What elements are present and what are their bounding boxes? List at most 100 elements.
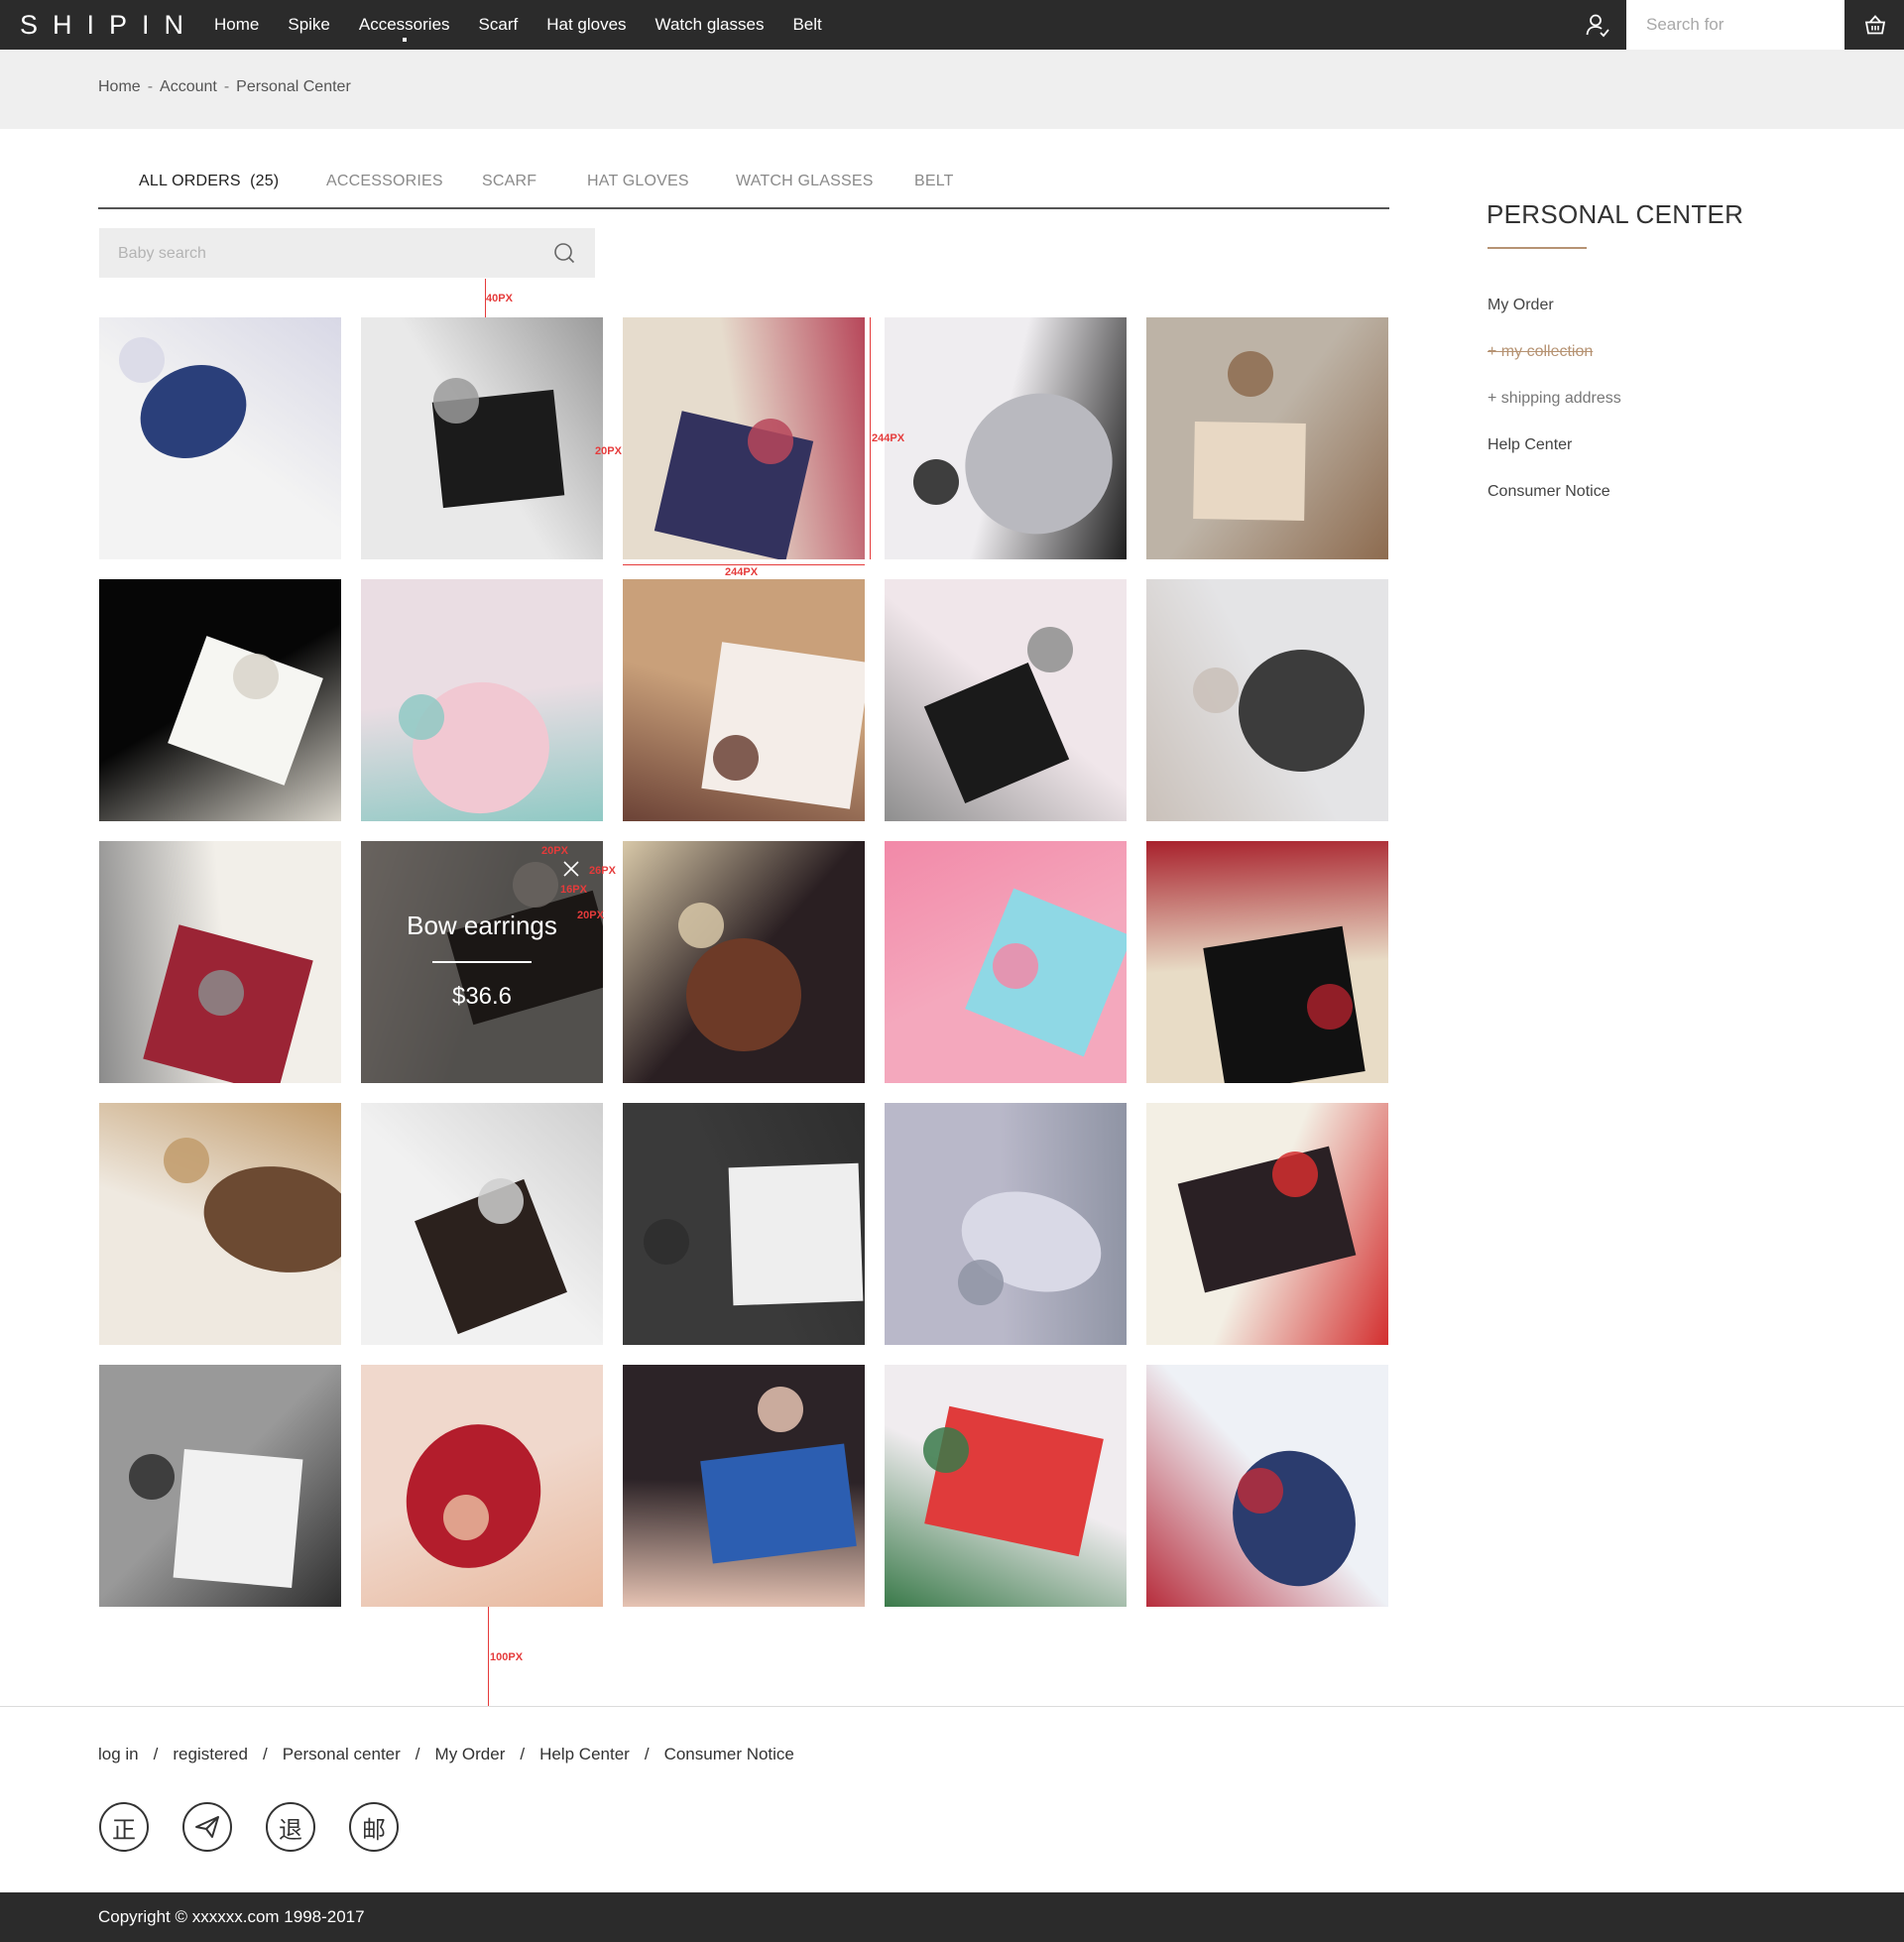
nav-item-belt[interactable]: Belt — [792, 0, 821, 50]
product-tile[interactable] — [99, 1365, 341, 1607]
sidebar-item-consumer-notice[interactable]: Consumer Notice — [1488, 474, 1621, 521]
breadcrumb-separator: - — [147, 78, 154, 95]
sidebar-menu: My Order + my collection + shipping addr… — [1488, 288, 1621, 521]
annotation-close-right: 26PX — [589, 865, 616, 877]
product-tile[interactable] — [885, 317, 1127, 559]
nav-item-hat-gloves[interactable]: Hat gloves — [546, 0, 626, 50]
header-search-input[interactable] — [1626, 0, 1844, 50]
footer-link-help-center[interactable]: Help Center — [539, 1745, 630, 1763]
product-image-shape — [993, 943, 1038, 989]
product-image-shape — [1272, 1152, 1318, 1197]
tab-accessories[interactable]: ACCESSORIES — [326, 164, 443, 207]
nav-item-watch-glasses[interactable]: Watch glasses — [655, 0, 765, 50]
product-tile[interactable] — [99, 841, 341, 1083]
footer-link-registered[interactable]: registered — [173, 1745, 248, 1763]
product-search-input[interactable] — [99, 228, 536, 280]
footer-link-personal-center[interactable]: Personal center — [283, 1745, 401, 1763]
product-image-shape — [678, 903, 724, 948]
return-icon: 退 — [266, 1802, 315, 1852]
product-tile[interactable] — [99, 579, 341, 821]
product-price: $36.6 — [451, 983, 513, 1010]
sidebar-item-my-order[interactable]: My Order — [1488, 288, 1621, 334]
breadcrumb-personal-center[interactable]: Personal Center — [236, 78, 351, 95]
product-name: Bow earrings — [407, 910, 557, 940]
product-tile[interactable] — [623, 1103, 865, 1345]
sidebar-title: PERSONAL CENTER — [1487, 199, 1744, 229]
product-tile[interactable] — [1146, 1365, 1388, 1607]
footer-link-log-in[interactable]: log in — [98, 1745, 139, 1763]
product-tile[interactable] — [361, 1103, 603, 1345]
tab-count: (25) — [250, 173, 280, 189]
product-tile[interactable] — [885, 579, 1127, 821]
product-tile[interactable] — [885, 841, 1127, 1083]
product-tile[interactable] — [99, 317, 341, 559]
cart-button[interactable] — [1844, 0, 1904, 50]
breadcrumb-home[interactable]: Home — [98, 78, 141, 95]
product-tile[interactable] — [361, 1365, 603, 1607]
product-tile[interactable] — [885, 1365, 1127, 1607]
product-tile[interactable] — [623, 841, 865, 1083]
sidebar-item-help-center[interactable]: Help Center — [1488, 427, 1621, 474]
annotation-gap-col: 20PX — [595, 445, 622, 457]
footer-link-consumer-notice[interactable]: Consumer Notice — [664, 1745, 794, 1763]
top-navigation-bar: SHIPIN Home Spike Accessories Scarf Hat … — [0, 0, 1904, 50]
nav-item-spike[interactable]: Spike — [288, 0, 330, 50]
product-tile[interactable]: Bow earrings $36.6 — [361, 841, 603, 1083]
product-image-shape — [1193, 422, 1306, 521]
footer-separator: / — [262, 1745, 268, 1763]
footer-separator: / — [644, 1745, 650, 1763]
footer-link-my-order[interactable]: My Order — [435, 1745, 506, 1763]
product-tile[interactable] — [1146, 317, 1388, 559]
product-image-shape — [748, 419, 793, 464]
nav-item-home[interactable]: Home — [214, 0, 259, 50]
product-image-shape — [758, 1387, 803, 1432]
annotation-tile-width: 244PX — [725, 566, 759, 578]
product-tile[interactable] — [623, 1365, 865, 1607]
breadcrumb-account[interactable]: Account — [160, 78, 217, 95]
sidebar-item-my-collection[interactable]: + my collection — [1488, 334, 1621, 381]
tab-belt[interactable]: BELT — [914, 164, 954, 207]
annotation-close-gap: 20PX — [577, 910, 604, 921]
sidebar-item-shipping-address[interactable]: + shipping address — [1488, 381, 1621, 427]
service-badges: 正 退 邮 — [99, 1802, 432, 1854]
tab-all-orders[interactable]: ALL ORDERS (25) — [139, 164, 279, 207]
product-tile[interactable] — [99, 1103, 341, 1345]
nav-item-scarf[interactable]: Scarf — [479, 0, 519, 50]
sidebar-title-underline — [1488, 247, 1587, 249]
main-nav: Home Spike Accessories Scarf Hat gloves … — [214, 0, 851, 50]
product-image-shape — [164, 1138, 209, 1183]
tab-watch-glasses[interactable]: WATCH GLASSES — [736, 164, 874, 207]
tab-hat-gloves[interactable]: HAT GLOVES — [587, 164, 689, 207]
product-image-shape — [1027, 627, 1073, 672]
product-divider — [432, 961, 532, 963]
annotation-close-size: 16PX — [560, 884, 587, 896]
product-tile[interactable] — [885, 1103, 1127, 1345]
annotation-line — [488, 1607, 489, 1706]
annotation-gap-top: 40PX — [486, 293, 513, 304]
footer-links: log in / registered / Personal center / My Ord… — [98, 1740, 794, 1769]
product-grid: Bow earrings $36.6 — [99, 317, 1392, 1607]
product-tile[interactable] — [1146, 841, 1388, 1083]
basket-icon — [1864, 15, 1886, 35]
product-tile[interactable] — [361, 579, 603, 821]
product-image-shape — [700, 1443, 857, 1564]
product-tile[interactable] — [1146, 1103, 1388, 1345]
product-image-shape — [233, 654, 279, 699]
product-tile[interactable] — [623, 579, 865, 821]
product-image-shape — [129, 1454, 175, 1500]
product-image-shape — [198, 970, 244, 1016]
product-tile[interactable] — [623, 317, 865, 559]
category-tabs: ALL ORDERS (25) ACCESSORIES SCARF HAT GL… — [98, 164, 1389, 209]
brand-logo[interactable]: SHIPIN — [20, 0, 198, 50]
product-tile[interactable] — [361, 317, 603, 559]
user-add-icon[interactable] — [1585, 12, 1610, 38]
close-icon[interactable] — [563, 861, 579, 877]
tab-scarf[interactable]: SCARF — [482, 164, 536, 207]
search-icon[interactable] — [553, 242, 575, 264]
footer-separator: / — [520, 1745, 526, 1763]
product-search — [99, 228, 595, 280]
genuine-icon: 正 — [99, 1802, 149, 1852]
nav-item-accessories[interactable]: Accessories — [359, 0, 450, 50]
product-image-shape — [701, 642, 865, 809]
product-tile[interactable] — [1146, 579, 1388, 821]
